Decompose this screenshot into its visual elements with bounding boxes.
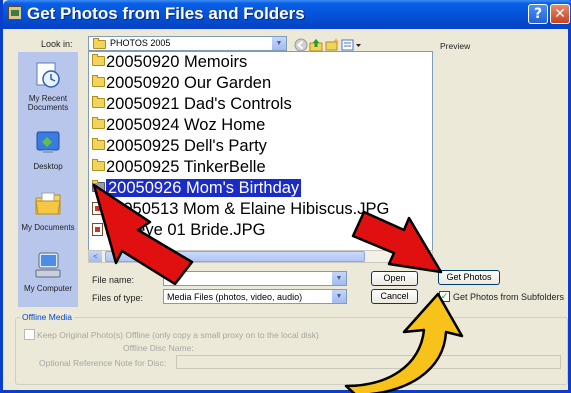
list-item[interactable]: 20050925 Dell's Party: [92, 136, 267, 156]
files-of-type-value: Media Files (photos, video, audio): [167, 292, 303, 302]
preview-label: Preview: [440, 41, 471, 51]
list-item-selected[interactable]: 20050926 Mom's Birthday: [92, 178, 302, 198]
places-bar: My Recent Documents Desktop My Documents: [18, 52, 78, 307]
new-folder-icon[interactable]: [325, 38, 339, 52]
folder-icon: [92, 75, 105, 87]
scroll-left-icon[interactable]: <: [89, 251, 102, 262]
title-bar[interactable]: Get Photos from Files and Folders ? ✕: [3, 0, 571, 29]
place-label: My Documents: [21, 223, 75, 232]
close-button[interactable]: ✕: [550, 4, 570, 24]
chevron-down-icon[interactable]: ▼: [331, 290, 346, 303]
disc-name-label: Offline Disc Name:: [123, 343, 194, 353]
list-item[interactable]: 20050924 Woz Home: [92, 115, 265, 135]
help-button[interactable]: ?: [528, 4, 548, 24]
my-computer-icon: [35, 252, 61, 278]
my-documents-icon: [35, 192, 61, 215]
list-item[interactable]: 20050925 TinkerBelle: [92, 157, 266, 177]
list-item[interactable]: 20050513 Mom & Elaine Hibiscus.JPG: [92, 199, 389, 219]
list-item[interactable]: 20050921 Dad's Controls: [92, 94, 292, 114]
up-folder-icon[interactable]: [309, 38, 323, 52]
dialog-window: Get Photos from Files and Folders ? ✕ Lo…: [0, 0, 571, 393]
folder-icon: [92, 117, 105, 129]
reference-note-label: Optional Reference Note for Disc:: [39, 358, 167, 368]
offline-media-title: Offline Media: [20, 312, 74, 322]
folder-icon: [92, 96, 105, 108]
scroll-thumb[interactable]: [105, 251, 365, 262]
place-my-recent-documents[interactable]: My Recent Documents: [18, 60, 78, 112]
file-list[interactable]: 20050920 Memoirs 20050920 Our Garden 200…: [88, 51, 433, 258]
list-item[interactable]: 20050920 Memoirs: [92, 52, 247, 72]
folder-icon: [92, 138, 105, 150]
place-label: My Computer: [23, 284, 72, 293]
look-in-value: PHOTOS 2005: [110, 38, 171, 48]
place-my-computer[interactable]: My Computer: [18, 250, 78, 293]
reference-note-input[interactable]: [176, 355, 561, 369]
desktop-icon: [36, 131, 60, 153]
place-desktop[interactable]: Desktop: [18, 128, 78, 171]
files-of-type-dropdown[interactable]: Media Files (photos, video, audio) ▼: [163, 289, 347, 304]
files-of-type-label: Files of type:: [92, 293, 144, 303]
chevron-down-icon[interactable]: ▼: [271, 37, 286, 50]
subfolders-label: Get Photos from Subfolders: [453, 292, 565, 302]
list-item[interactable]: 20050920 Our Garden: [92, 73, 271, 93]
file-name-label: File name:: [92, 275, 135, 285]
photo-app-icon: [8, 6, 22, 20]
image-file-icon: [92, 223, 103, 236]
open-button[interactable]: Open: [371, 271, 418, 286]
file-name-input[interactable]: ▼: [163, 271, 347, 286]
place-my-documents[interactable]: My Documents: [18, 189, 78, 232]
cancel-button[interactable]: Cancel: [371, 289, 418, 304]
offline-media-group: [15, 317, 568, 385]
get-photos-button[interactable]: Get Photos: [438, 270, 500, 285]
folder-icon: [92, 54, 105, 66]
views-menu-icon[interactable]: [341, 38, 363, 52]
keep-offline-label: Keep Original Photo(s) Offline (only cop…: [37, 330, 319, 340]
folder-icon: [93, 38, 106, 50]
dialog-title: Get Photos from Files and Folders: [27, 4, 305, 23]
back-icon[interactable]: [294, 38, 308, 52]
chevron-down-icon[interactable]: ▼: [331, 272, 346, 285]
horizontal-scrollbar[interactable]: <: [88, 250, 433, 263]
list-item[interactable]: Fisheye 01 Bride.JPG: [92, 220, 266, 240]
folder-icon: [92, 159, 105, 171]
place-label: Desktop: [33, 162, 63, 171]
look-in-label: Look in:: [41, 39, 73, 49]
place-label: My Recent Documents: [27, 94, 69, 112]
subfolders-checkbox[interactable]: ✓: [439, 291, 450, 302]
image-file-icon: [92, 202, 103, 215]
recent-documents-icon: [36, 62, 60, 88]
folder-icon: [92, 180, 105, 192]
keep-offline-checkbox[interactable]: [24, 329, 35, 340]
look-in-dropdown[interactable]: PHOTOS 2005 ▼: [88, 36, 287, 51]
